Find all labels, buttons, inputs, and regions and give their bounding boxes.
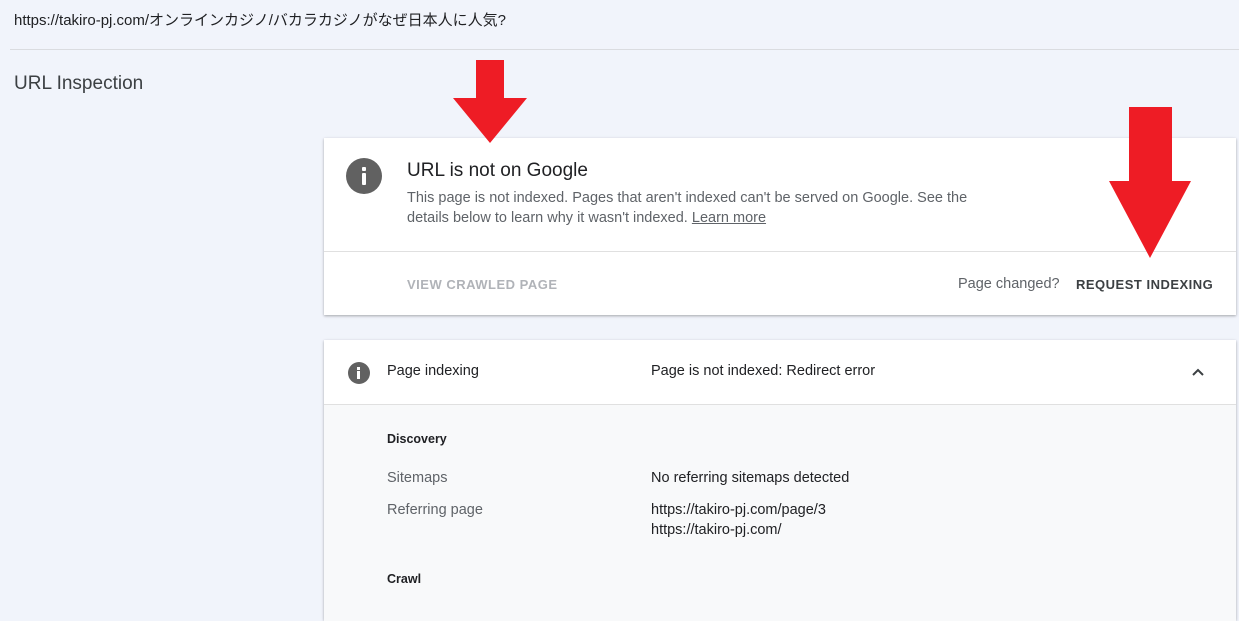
referring-page-url[interactable]: https://takiro-pj.com/page/3 xyxy=(651,500,826,520)
referring-page-url[interactable]: https://takiro-pj.com/ xyxy=(651,520,826,540)
status-card: URL is not on Google This page is not in… xyxy=(324,138,1236,315)
status-title: URL is not on Google xyxy=(407,160,588,181)
info-icon xyxy=(346,158,382,194)
page-changed-label: Page changed? xyxy=(958,276,1060,292)
header-divider xyxy=(10,49,1239,50)
page-indexing-header[interactable]: Page indexing Page is not indexed: Redir… xyxy=(324,340,1236,404)
sitemaps-value: No referring sitemaps detected xyxy=(651,470,850,486)
info-icon xyxy=(348,362,370,384)
red-arrow-annotation xyxy=(1109,107,1191,258)
discovery-heading: Discovery xyxy=(387,432,447,446)
view-crawled-page-button[interactable]: VIEW CRAWLED PAGE xyxy=(407,277,558,292)
referring-page-value: https://takiro-pj.com/page/3 https://tak… xyxy=(651,500,826,540)
page-indexing-status: Page is not indexed: Redirect error xyxy=(651,363,876,379)
chevron-up-icon[interactable] xyxy=(1190,364,1206,380)
page-indexing-card: Page indexing Page is not indexed: Redir… xyxy=(324,340,1236,621)
crawl-heading: Crawl xyxy=(387,572,422,586)
sitemaps-label: Sitemaps xyxy=(387,470,448,486)
learn-more-link[interactable]: Learn more xyxy=(692,210,766,226)
card-divider xyxy=(324,251,1236,252)
red-arrow-annotation xyxy=(453,60,527,143)
request-indexing-button[interactable]: REQUEST INDEXING xyxy=(1076,277,1213,292)
page-indexing-label: Page indexing xyxy=(387,363,479,379)
page-indexing-details: Discovery Sitemaps No referring sitemaps… xyxy=(324,404,1236,621)
inspected-url: https://takiro-pj.com/オンラインカジノ/バカラカジノがなぜ… xyxy=(14,12,506,29)
status-description-text: This page is not indexed. Pages that are… xyxy=(407,190,968,226)
status-description: This page is not indexed. Pages that are… xyxy=(407,188,997,228)
referring-page-label: Referring page xyxy=(387,502,483,518)
page-title: URL Inspection xyxy=(14,73,144,94)
